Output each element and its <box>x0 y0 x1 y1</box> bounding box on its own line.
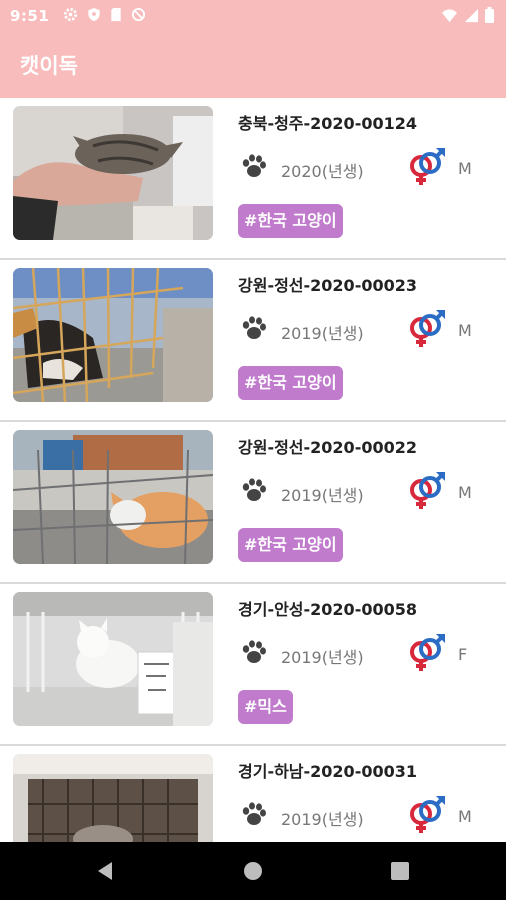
shield-icon <box>87 7 101 26</box>
animal-photo <box>13 754 213 842</box>
list-item[interactable]: 충북-청주-2020-00124 2020(년생) M #한국 고양이 <box>0 98 506 260</box>
app-title: 캣이독 <box>20 54 78 78</box>
paw-icon <box>238 312 268 342</box>
sex-label: M <box>458 483 472 502</box>
status-icons <box>63 7 146 26</box>
paw-icon <box>238 150 268 180</box>
animal-id: 경기-하남-2020-00031 <box>238 762 417 781</box>
animal-id: 충북-청주-2020-00124 <box>238 114 417 133</box>
status-time: 9:51 <box>10 7 50 25</box>
battery-icon <box>485 7 494 27</box>
breed-tag[interactable]: #한국 고양이 <box>238 528 343 562</box>
status-right <box>441 7 494 27</box>
gender-icon <box>406 794 446 834</box>
sex-label: F <box>458 645 468 664</box>
gender-icon <box>406 308 446 348</box>
home-circle-icon <box>244 862 262 880</box>
sex-label: M <box>458 321 472 340</box>
sex-label: M <box>458 159 472 178</box>
birth-year: 2019(년생) <box>281 486 364 505</box>
settings-icon <box>63 7 78 26</box>
recents-button[interactable] <box>360 842 440 900</box>
no-disturb-icon <box>131 7 146 26</box>
list-item[interactable]: 강원-정선-2020-00023 2019(년생) M #한국 고양이 <box>0 260 506 422</box>
gender-icon <box>406 470 446 510</box>
animal-photo <box>13 106 213 240</box>
status-bar: 9:51 <box>0 0 506 32</box>
birth-year: 2019(년생) <box>281 648 364 667</box>
animal-id: 경기-안성-2020-00058 <box>238 600 417 619</box>
animal-photo <box>13 430 213 564</box>
list-item[interactable]: 경기-하남-2020-00031 2019(년생) M <box>0 746 506 842</box>
navigation-bar <box>0 842 506 900</box>
sd-card-icon <box>110 7 122 26</box>
birth-year: 2019(년생) <box>281 324 364 343</box>
animal-id: 강원-정선-2020-00023 <box>238 276 417 295</box>
gender-icon <box>406 146 446 186</box>
gender-icon <box>406 632 446 672</box>
animal-id: 강원-정선-2020-00022 <box>238 438 417 457</box>
paw-icon <box>238 474 268 504</box>
wifi-icon <box>441 8 458 27</box>
list-item[interactable]: 경기-안성-2020-00058 2019(년생) F #믹스 <box>0 584 506 746</box>
breed-tag[interactable]: #한국 고양이 <box>238 366 343 400</box>
breed-tag[interactable]: #믹스 <box>238 690 293 724</box>
animal-photo <box>13 592 213 726</box>
sex-label: M <box>458 807 472 826</box>
animal-list[interactable]: 충북-청주-2020-00124 2020(년생) M #한국 고양이 강원-정… <box>0 98 506 842</box>
paw-icon <box>238 636 268 666</box>
app-bar: 캣이독 <box>0 32 506 98</box>
birth-year: 2020(년생) <box>281 162 364 181</box>
list-item[interactable]: 강원-정선-2020-00022 2019(년생) M #한국 고양이 <box>0 422 506 584</box>
breed-tag[interactable]: #한국 고양이 <box>238 204 343 238</box>
back-button[interactable] <box>66 842 146 900</box>
recent-square-icon <box>391 862 409 880</box>
birth-year: 2019(년생) <box>281 810 364 829</box>
signal-icon <box>464 8 479 27</box>
paw-icon <box>238 798 268 828</box>
back-triangle-icon <box>98 862 112 880</box>
home-button[interactable] <box>213 842 293 900</box>
animal-photo <box>13 268 213 402</box>
